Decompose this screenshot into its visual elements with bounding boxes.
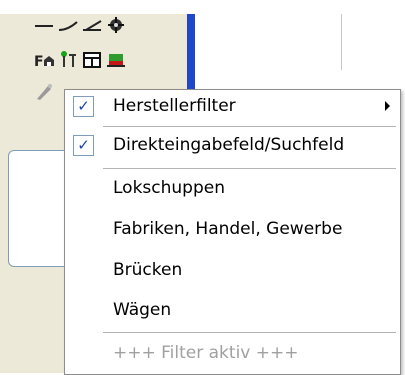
menu-item-bruecken[interactable]: Brücken bbox=[65, 251, 400, 289]
menu-item-direkteingabefeld[interactable]: ✓ Direkteingabefeld/Suchfeld bbox=[65, 126, 400, 164]
menu-item-label: Wägen bbox=[113, 300, 172, 320]
context-menu: ✓ Herstellerfilter ✓ Direkteingabefeld/S… bbox=[64, 89, 401, 375]
menu-item-label: Brücken bbox=[113, 260, 183, 280]
menu-item-waegen[interactable]: Wägen bbox=[65, 291, 400, 329]
turntable-icon[interactable] bbox=[106, 17, 126, 33]
preview-box bbox=[8, 150, 72, 267]
top-strip bbox=[0, 0, 405, 14]
svg-text:F: F bbox=[34, 54, 44, 68]
check-icon: ✓ bbox=[73, 95, 94, 117]
check-icon: ✓ bbox=[73, 134, 94, 156]
switch-track-icon[interactable] bbox=[82, 18, 102, 34]
menu-item-herstellerfilter[interactable]: ✓ Herstellerfilter bbox=[65, 87, 400, 125]
menu-item-filter-aktiv: +++ Filter aktiv +++ bbox=[65, 334, 400, 372]
menu-item-label: +++ Filter aktiv +++ bbox=[113, 343, 299, 363]
menu-item-lokschuppen[interactable]: Lokschuppen bbox=[65, 169, 400, 207]
signal-icon[interactable] bbox=[58, 51, 78, 67]
platform-icon[interactable] bbox=[106, 52, 126, 68]
wand-icon[interactable] bbox=[34, 84, 54, 100]
menu-item-fabriken[interactable]: Fabriken, Handel, Gewerbe bbox=[65, 210, 400, 248]
window-icon[interactable] bbox=[82, 52, 102, 68]
menu-item-label: Direkteingabefeld/Suchfeld bbox=[113, 135, 345, 155]
straight-track-icon[interactable] bbox=[34, 18, 54, 34]
menu-separator bbox=[103, 332, 396, 333]
menu-item-label: Herstellerfilter bbox=[113, 96, 236, 116]
menu-item-label: Fabriken, Handel, Gewerbe bbox=[113, 219, 343, 239]
curved-track-icon[interactable] bbox=[58, 18, 78, 34]
fa-building-icon[interactable]: F bbox=[34, 52, 54, 68]
menu-item-label: Lokschuppen bbox=[113, 178, 225, 198]
submenu-arrow-icon bbox=[385, 101, 390, 111]
